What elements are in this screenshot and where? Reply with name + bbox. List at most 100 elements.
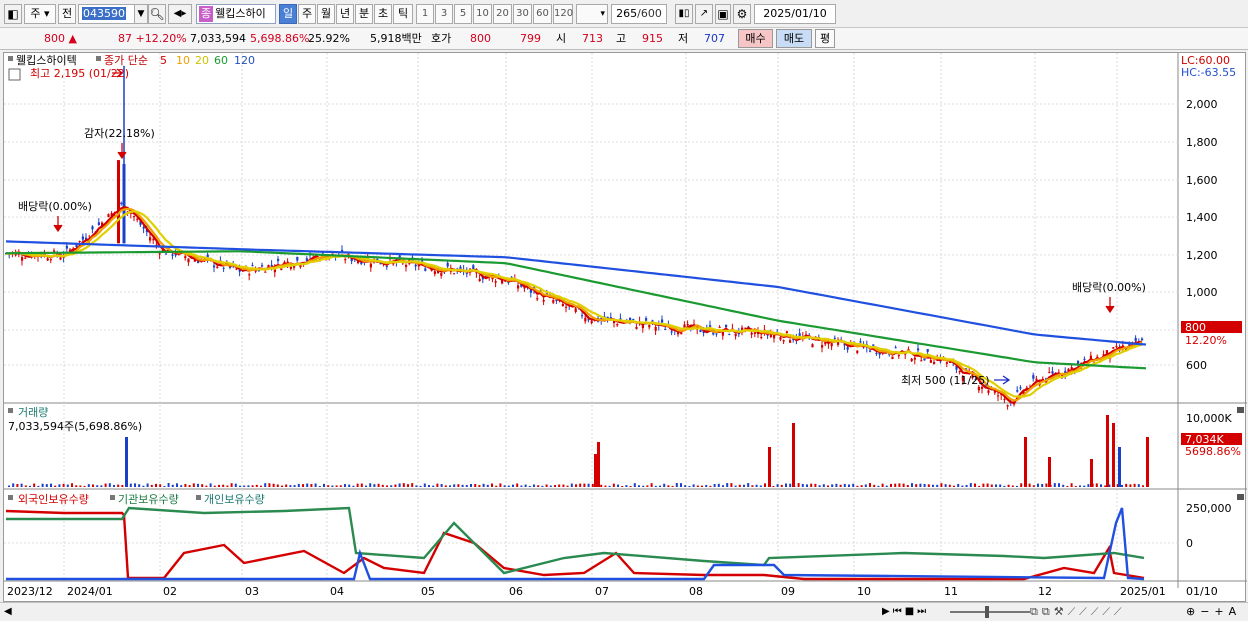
volume-bar <box>1125 483 1128 487</box>
zoom-slider-handle[interactable] <box>985 606 989 618</box>
volume-bar <box>1129 484 1132 487</box>
volume-bar <box>323 483 325 487</box>
legend-marker <box>8 495 13 500</box>
volume-bar <box>360 483 363 487</box>
interval-3[interactable]: 3 <box>435 4 453 24</box>
x-axis-label: 08 <box>689 585 703 598</box>
volume-bar <box>1133 483 1136 487</box>
volume-bar <box>594 454 597 487</box>
volume-bar <box>612 483 615 487</box>
code-dropdown-icon[interactable]: ▼ <box>134 4 148 24</box>
panel-close-icon[interactable] <box>1237 494 1244 500</box>
sound-icon[interactable]: ◀▸ <box>168 4 192 24</box>
scroll-left-icon[interactable]: ◀ <box>4 606 12 617</box>
quote-bar: 800 ▲ 87 +12.20% 7,033,594 5,698.86% 25.… <box>0 28 1248 50</box>
volume-bar <box>213 485 216 487</box>
sell-button[interactable]: 매도 <box>776 29 812 48</box>
volume-bar <box>948 484 951 487</box>
interval-custom-select[interactable]: ▾ <box>576 4 608 24</box>
volume-bar <box>512 484 514 487</box>
drawing-tools-icon[interactable]: ⧉⧉⚒⟋⟋⟋⟋⟋ <box>1030 605 1126 619</box>
volume-bar <box>335 485 338 487</box>
chart-scrollbar[interactable]: ◀ ▶⏮■⏭ ⧉⧉⚒⟋⟋⟋⟋⟋ ⊕−+A <box>0 602 1248 621</box>
volume-bar <box>755 484 758 487</box>
zoom-slider[interactable] <box>950 611 1030 613</box>
window-menu-icon[interactable]: ◧ <box>4 4 22 24</box>
candle-body <box>433 271 436 274</box>
count-input[interactable]: 265/600 <box>611 4 667 24</box>
volume-bar <box>663 483 666 487</box>
price-chart-svg[interactable]: 웰킵스하이텍 종가 단순 5 10 20 60 120 LC:60.00 HC:… <box>4 53 1247 603</box>
market-select[interactable]: 주 ▾ <box>24 4 56 24</box>
gear-icon[interactable]: ⚙ <box>733 4 751 24</box>
candle-body <box>750 332 753 335</box>
period-day[interactable]: 일 <box>279 4 297 24</box>
candle-type-icon[interactable]: ▮▯ <box>675 4 693 24</box>
chart-area[interactable]: 웰킵스하이텍 종가 단순 5 10 20 60 120 LC:60.00 HC:… <box>3 52 1247 603</box>
playback-controls-icon[interactable]: ▶⏮■⏭ <box>882 606 929 617</box>
line-tool-icon[interactable]: ↗ <box>695 4 713 24</box>
candle-body <box>213 265 216 268</box>
candle-body <box>779 337 782 340</box>
interval-20[interactable]: 20 <box>493 4 512 24</box>
interval-5[interactable]: 5 <box>454 4 472 24</box>
candle-body <box>270 264 273 267</box>
ma-legend-120: 120 <box>234 54 255 67</box>
candle-body <box>446 262 449 267</box>
volume-bar <box>818 485 821 487</box>
interval-60[interactable]: 60 <box>533 4 552 24</box>
period-tick[interactable]: 틱 <box>393 4 413 24</box>
eval-button[interactable]: 평 <box>815 29 835 48</box>
candle-body <box>165 253 168 255</box>
volume-bar <box>806 484 808 487</box>
interval-1[interactable]: 1 <box>416 4 434 24</box>
candle-body <box>561 304 564 306</box>
volume-bar <box>432 485 435 487</box>
period-week[interactable]: 주 <box>298 4 316 24</box>
candlesticks <box>5 65 1144 410</box>
volume-bar <box>776 484 779 487</box>
ma-legend-10: 10 <box>176 54 190 67</box>
volume-bar <box>827 485 829 487</box>
x-axis-label: 01/10 <box>1186 585 1218 598</box>
volume-bar <box>604 485 607 487</box>
interval-30[interactable]: 30 <box>513 4 532 24</box>
mode-button[interactable]: 전 <box>58 4 76 24</box>
search-icon[interactable]: 🔍︎ <box>148 4 166 24</box>
volume-bar <box>155 483 157 487</box>
holdings-legend-individual: 개인보유수량 <box>204 493 265 506</box>
stock-type-badge: 종 <box>199 6 214 22</box>
period-minute[interactable]: 분 <box>355 4 373 24</box>
volume-bar <box>478 485 481 487</box>
period-second[interactable]: 초 <box>374 4 392 24</box>
panel-close-icon[interactable] <box>1237 407 1244 413</box>
candle-body <box>296 257 299 261</box>
buy-button[interactable]: 매수 <box>738 29 773 48</box>
x-axis-label: 04 <box>330 585 344 598</box>
interval-10[interactable]: 10 <box>473 4 492 24</box>
volume-bar <box>516 483 519 487</box>
code-input[interactable]: 043590 <box>78 4 136 24</box>
volume-bar <box>692 484 695 487</box>
volume-bar <box>377 483 380 487</box>
volume-bar <box>675 483 678 487</box>
volume-bar <box>394 484 397 487</box>
candle-body <box>782 340 785 342</box>
date-input[interactable]: 2025/01/10 <box>754 4 836 24</box>
y-tick-price: 1,600 <box>1186 174 1218 187</box>
interval-120[interactable]: 120 <box>553 4 573 24</box>
candle-body <box>846 347 849 350</box>
calendar-icon[interactable] <box>8 68 21 81</box>
volume-bar <box>201 484 204 487</box>
save-icon[interactable]: ▣ <box>715 4 731 24</box>
volume-bar <box>1045 483 1048 487</box>
volume-bar <box>642 485 645 487</box>
stock-name-field[interactable]: 종 웰킵스하이 <box>196 4 276 24</box>
period-month[interactable]: 월 <box>317 4 335 24</box>
candle-body <box>53 250 56 252</box>
period-year[interactable]: 년 <box>336 4 354 24</box>
zoom-controls-icon[interactable]: ⊕−+A <box>1186 605 1241 618</box>
volume-bar <box>272 483 275 487</box>
volume-bar <box>407 484 409 487</box>
candle-body <box>929 360 932 363</box>
